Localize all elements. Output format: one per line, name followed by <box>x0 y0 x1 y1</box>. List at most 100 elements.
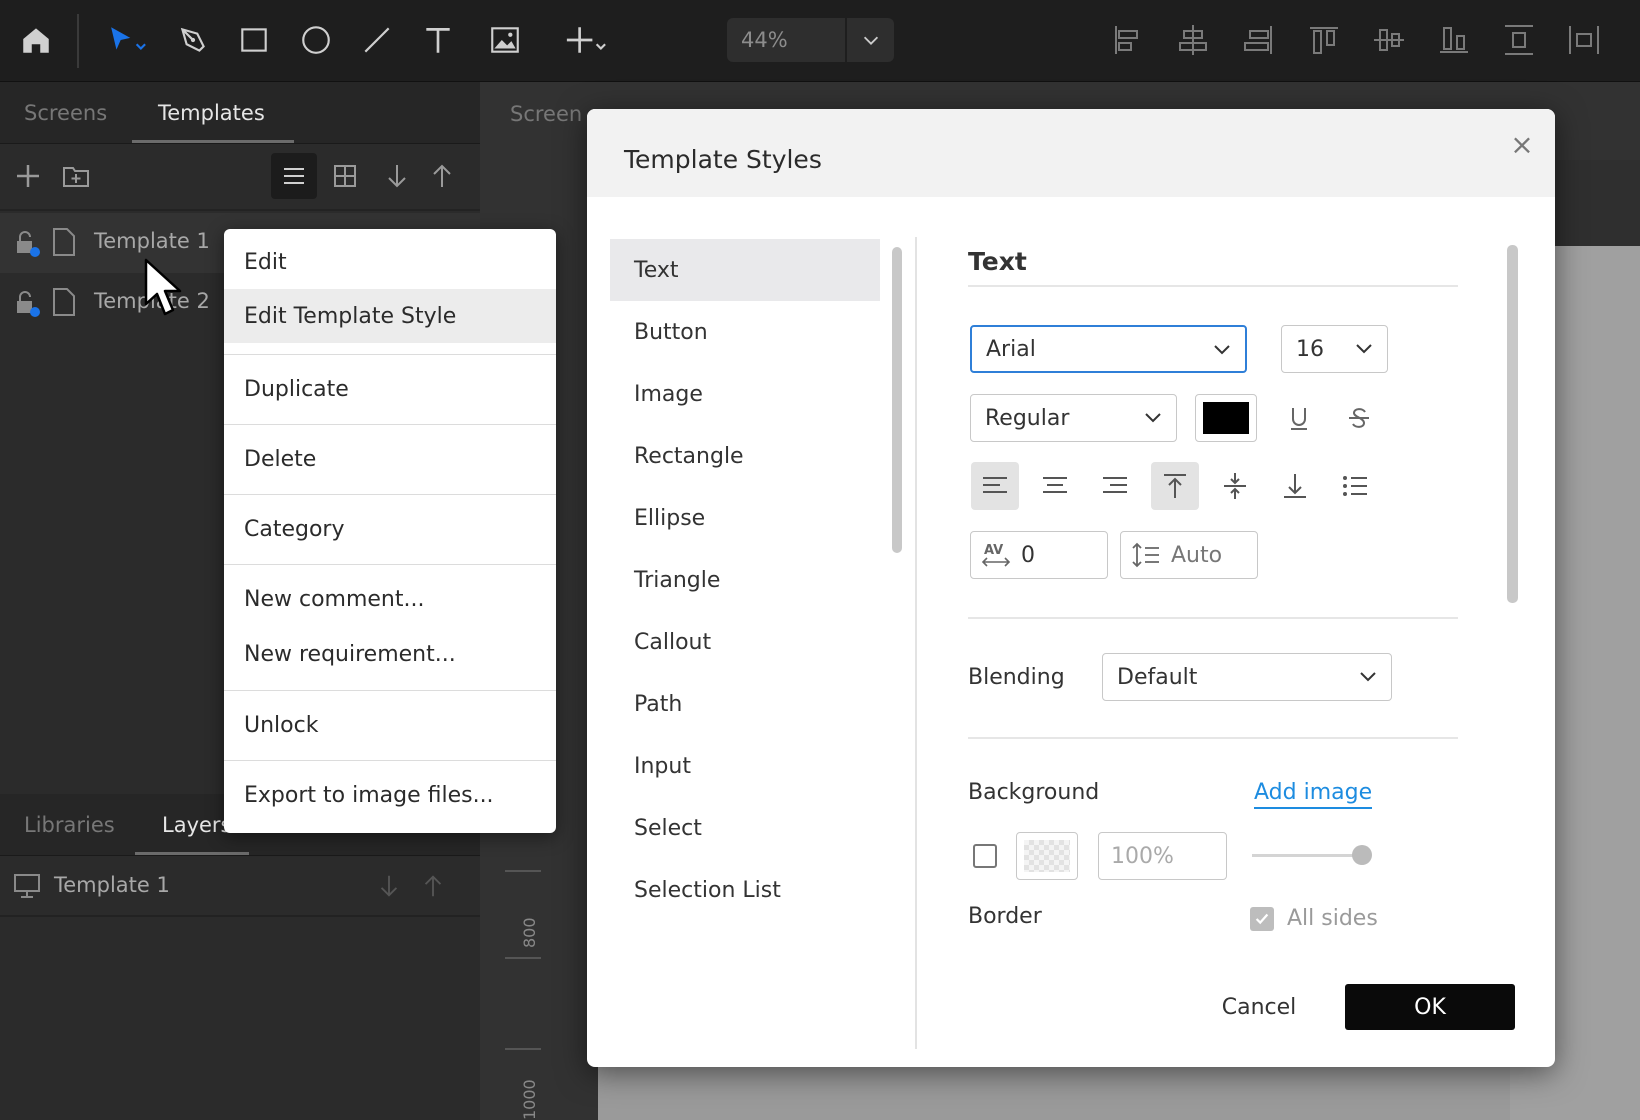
top-toolbar: 44% <box>0 0 1640 82</box>
section-title: Text <box>968 247 1027 276</box>
add-folder-icon[interactable] <box>56 156 96 196</box>
text-color-swatch[interactable] <box>1195 394 1257 442</box>
category-rectangle[interactable]: Rectangle <box>610 425 880 487</box>
menu-divider <box>224 690 556 691</box>
svg-text:AV: AV <box>984 543 1003 558</box>
move-up-icon[interactable] <box>420 873 446 899</box>
all-sides-checkbox[interactable] <box>1250 907 1274 931</box>
tab-libraries[interactable]: Libraries <box>24 794 115 856</box>
blending-select[interactable]: Default <box>1102 653 1392 701</box>
properties-scrollbar[interactable] <box>1507 245 1518 603</box>
opacity-value[interactable]: 100% <box>1111 844 1174 869</box>
plus-icon[interactable] <box>556 18 616 62</box>
line-height-field[interactable]: Auto <box>1120 531 1258 579</box>
align-center-h-icon[interactable] <box>1175 22 1211 58</box>
font-weight-select[interactable]: Regular <box>970 394 1177 442</box>
menu-item-new-comment[interactable]: New comment... <box>224 572 556 626</box>
category-image[interactable]: Image <box>610 363 880 425</box>
tab-screens[interactable]: Screens <box>24 82 107 144</box>
canvas-page-bottom <box>598 1060 1510 1120</box>
tab-layers[interactable]: Layers <box>162 794 232 856</box>
chevron-down-icon <box>1214 345 1230 355</box>
distribute-v-icon[interactable] <box>1501 22 1537 58</box>
ruler-tick <box>505 1048 541 1050</box>
opacity-slider-track[interactable] <box>1252 854 1360 857</box>
ellipse-icon[interactable] <box>294 18 338 62</box>
select-arrow-icon[interactable] <box>96 18 156 62</box>
text-icon[interactable] <box>416 18 460 62</box>
menu-item-delete[interactable]: Delete <box>224 432 556 486</box>
letter-spacing-value[interactable]: 0 <box>1021 543 1035 568</box>
cancel-button[interactable]: Cancel <box>1199 984 1319 1030</box>
menu-item-export-image[interactable]: Export to image files... <box>224 768 556 822</box>
strikethrough-icon[interactable] <box>1335 394 1383 442</box>
menu-item-edit[interactable]: Edit <box>224 235 556 289</box>
align-middle-v-icon[interactable] <box>1371 22 1407 58</box>
align-right-icon[interactable] <box>1241 22 1277 58</box>
letter-spacing-icon: AV <box>981 543 1011 567</box>
rectangle-icon[interactable] <box>232 18 276 62</box>
list-view-icon[interactable] <box>271 153 317 199</box>
chevron-down-icon[interactable] <box>851 22 891 58</box>
opacity-field[interactable]: 100% <box>1098 832 1227 880</box>
align-top-icon[interactable] <box>1306 22 1342 58</box>
page-icon <box>53 288 75 316</box>
menu-item-edit-template-style[interactable]: Edit Template Style <box>224 289 556 343</box>
line-icon[interactable] <box>355 18 399 62</box>
category-selection-list[interactable]: Selection List <box>610 859 880 921</box>
category-ellipse[interactable]: Ellipse <box>610 487 880 549</box>
category-scrollbar[interactable] <box>892 247 902 553</box>
background-color-swatch[interactable] <box>1016 832 1078 880</box>
layer-label[interactable]: Template 1 <box>54 873 170 897</box>
align-left-icon[interactable] <box>1110 22 1146 58</box>
opacity-slider-handle[interactable] <box>1352 845 1372 865</box>
page-icon <box>53 228 75 256</box>
context-menu: Edit Edit Template Style Duplicate Delet… <box>224 229 556 833</box>
layer-row[interactable]: Template 1 <box>0 857 480 917</box>
image-icon[interactable] <box>483 18 527 62</box>
menu-item-new-requirement[interactable]: New requirement... <box>224 627 556 681</box>
add-icon[interactable] <box>8 156 48 196</box>
menu-item-duplicate[interactable]: Duplicate <box>224 362 556 416</box>
tab-templates[interactable]: Templates <box>158 82 265 144</box>
menu-item-category[interactable]: Category <box>224 502 556 556</box>
dialog-title: Template Styles <box>624 145 822 174</box>
move-up-icon[interactable] <box>422 156 462 196</box>
grid-view-icon[interactable] <box>325 156 365 196</box>
align-bottom-icon[interactable] <box>1436 22 1472 58</box>
valign-middle-icon[interactable] <box>1211 462 1259 510</box>
category-button[interactable]: Button <box>610 301 880 363</box>
line-height-value[interactable]: Auto <box>1171 543 1222 568</box>
move-down-icon[interactable] <box>377 156 417 196</box>
zoom-control[interactable]: 44% <box>727 18 894 62</box>
letter-spacing-field[interactable]: AV 0 <box>970 531 1108 579</box>
background-checkbox[interactable] <box>973 844 997 868</box>
align-text-center-icon[interactable] <box>1031 462 1079 510</box>
category-select[interactable]: Select <box>610 797 880 859</box>
ok-button[interactable]: OK <box>1345 984 1515 1030</box>
pen-icon[interactable] <box>171 18 215 62</box>
valign-top-icon[interactable] <box>1151 462 1199 510</box>
tab-underline <box>132 140 294 143</box>
font-size-select[interactable]: 16 <box>1281 325 1388 373</box>
template-label[interactable]: Template 1 <box>94 229 210 253</box>
category-triangle[interactable]: Triangle <box>610 549 880 611</box>
category-callout[interactable]: Callout <box>610 611 880 673</box>
menu-item-unlock[interactable]: Unlock <box>224 698 556 752</box>
align-text-right-icon[interactable] <box>1091 462 1139 510</box>
align-text-left-icon[interactable] <box>971 462 1019 510</box>
close-icon[interactable]: × <box>1507 128 1537 161</box>
move-down-icon[interactable] <box>376 873 402 899</box>
home-icon[interactable] <box>14 18 58 62</box>
zoom-value[interactable]: 44% <box>741 28 788 52</box>
canvas-tab[interactable]: Screen <box>510 102 582 126</box>
bullet-list-icon[interactable] <box>1331 462 1379 510</box>
category-text[interactable]: Text <box>610 239 880 301</box>
valign-bottom-icon[interactable] <box>1271 462 1319 510</box>
category-path[interactable]: Path <box>610 673 880 735</box>
distribute-h-icon[interactable] <box>1566 22 1602 58</box>
category-input[interactable]: Input <box>610 735 880 797</box>
add-image-link[interactable]: Add image <box>1254 780 1373 809</box>
underline-icon[interactable] <box>1275 394 1323 442</box>
font-family-select[interactable]: Arial <box>970 325 1247 373</box>
